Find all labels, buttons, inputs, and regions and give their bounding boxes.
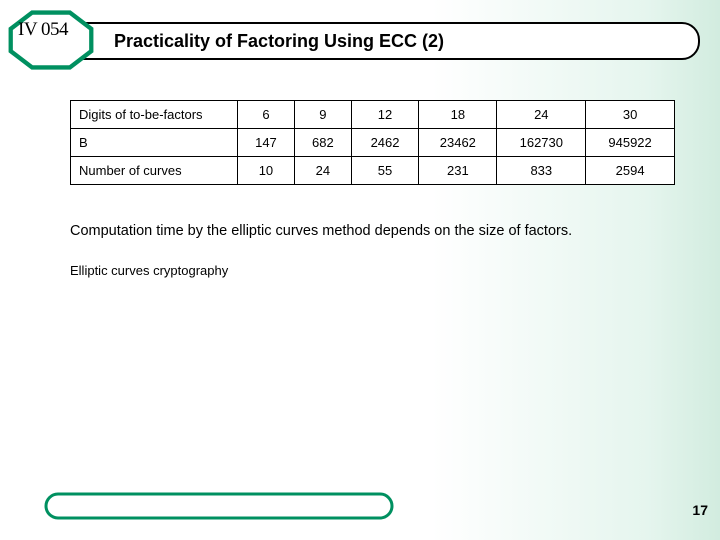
course-code: IV 054: [0, 0, 86, 60]
footer-title: Elliptic curves cryptography: [0, 0, 720, 540]
